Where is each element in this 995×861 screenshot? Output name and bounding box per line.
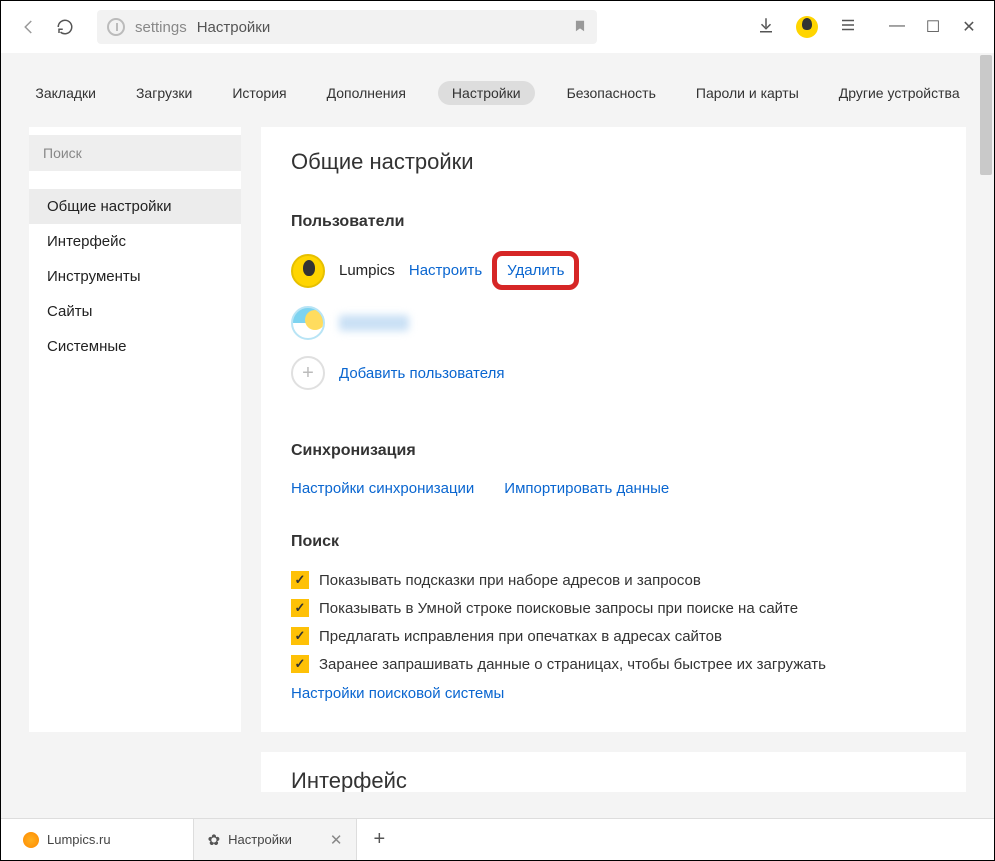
checkbox-label: Показывать подсказки при наборе адресов … — [319, 572, 701, 589]
minimize-button[interactable]: — — [888, 17, 906, 37]
sidebar-item-sites[interactable]: Сайты — [29, 294, 241, 329]
tab-label: Настройки — [228, 832, 292, 847]
tab-favicon-icon — [23, 832, 39, 848]
nav-history[interactable]: История — [224, 81, 294, 105]
top-toolbar: settings Настройки — ☐ ✕ — [1, 1, 994, 53]
user-row — [291, 306, 936, 340]
checkbox-icon[interactable]: ✓ — [291, 571, 309, 589]
checkbox-row[interactable]: ✓ Показывать в Умной строке поисковые за… — [291, 599, 936, 617]
address-title: Настройки — [197, 19, 271, 36]
content-row: Поиск Общие настройки Интерфейс Инструме… — [1, 127, 994, 732]
toolbar-right: — ☐ ✕ — [756, 16, 978, 39]
new-tab-button[interactable]: + — [357, 828, 401, 851]
checkbox-icon[interactable]: ✓ — [291, 655, 309, 673]
settings-sidebar: Поиск Общие настройки Интерфейс Инструме… — [29, 127, 241, 732]
add-user-row[interactable]: + Добавить пользователя — [291, 356, 936, 390]
menu-icon[interactable] — [838, 16, 858, 39]
checkbox-label: Показывать в Умной строке поисковые запр… — [319, 600, 798, 617]
reload-icon[interactable] — [53, 15, 77, 39]
nav-passwords[interactable]: Пароли и карты — [688, 81, 807, 105]
nav-security[interactable]: Безопасность — [559, 81, 664, 105]
tab-lumpics[interactable]: Lumpics.ru — [9, 819, 194, 860]
delete-highlight: Удалить — [492, 251, 579, 290]
back-icon[interactable] — [17, 15, 41, 39]
user-avatar-icon — [291, 306, 325, 340]
add-icon: + — [291, 356, 325, 390]
panel-title: Общие настройки — [291, 149, 936, 175]
browser-window: settings Настройки — ☐ ✕ — [0, 0, 995, 861]
gear-icon: ✿ — [208, 831, 221, 849]
checkbox-icon[interactable]: ✓ — [291, 599, 309, 617]
tab-close-icon[interactable]: ✕ — [330, 831, 343, 849]
search-engine-settings-link[interactable]: Настройки поисковой системы — [291, 685, 936, 702]
profile-avatar-icon[interactable] — [796, 16, 818, 38]
address-protocol: settings — [135, 19, 187, 36]
close-button[interactable]: ✕ — [960, 17, 978, 37]
import-data-link[interactable]: Импортировать данные — [504, 480, 669, 497]
sync-settings-link[interactable]: Настройки синхронизации — [291, 480, 474, 497]
sidebar-search-input[interactable]: Поиск — [29, 135, 241, 171]
sidebar-item-general[interactable]: Общие настройки — [29, 189, 241, 224]
checkbox-label: Предлагать исправления при опечатках в а… — [319, 628, 722, 645]
window-controls: — ☐ ✕ — [888, 17, 978, 37]
settings-top-nav: Закладки Загрузки История Дополнения Нас… — [1, 53, 994, 127]
maximize-button[interactable]: ☐ — [924, 17, 942, 37]
user-name-blurred — [339, 315, 409, 331]
checkbox-row[interactable]: ✓ Показывать подсказки при наборе адресо… — [291, 571, 936, 589]
sidebar-item-system[interactable]: Системные — [29, 329, 241, 364]
address-bar[interactable]: settings Настройки — [97, 10, 597, 44]
checkbox-row[interactable]: ✓ Предлагать исправления при опечатках в… — [291, 627, 936, 645]
next-panel-title: Интерфейс — [261, 752, 966, 792]
site-favicon-icon — [107, 18, 125, 36]
scrollbar-thumb[interactable] — [980, 55, 992, 175]
nav-other-devices[interactable]: Другие устройства — [831, 81, 968, 105]
sidebar-item-tools[interactable]: Инструменты — [29, 259, 241, 294]
sidebar-item-interface[interactable]: Интерфейс — [29, 224, 241, 259]
scrollbar[interactable] — [980, 55, 992, 816]
user-avatar-icon — [291, 254, 325, 288]
bookmark-icon[interactable] — [573, 18, 587, 37]
tab-strip: Lumpics.ru ✿ Настройки ✕ + — [1, 818, 994, 860]
nav-bookmarks[interactable]: Закладки — [27, 81, 104, 105]
tab-label: Lumpics.ru — [47, 832, 111, 847]
tab-settings[interactable]: ✿ Настройки ✕ — [194, 819, 358, 860]
user-delete-link[interactable]: Удалить — [507, 262, 564, 279]
checkbox-row[interactable]: ✓ Заранее запрашивать данные о страницах… — [291, 655, 936, 673]
user-configure-link[interactable]: Настроить — [409, 262, 482, 279]
checkbox-label: Заранее запрашивать данные о страницах, … — [319, 656, 826, 673]
add-user-link[interactable]: Добавить пользователя — [339, 365, 504, 382]
sync-links: Настройки синхронизации Импортировать да… — [291, 480, 936, 497]
sync-section-title: Синхронизация — [291, 442, 936, 460]
page-viewport: Закладки Загрузки История Дополнения Нас… — [1, 53, 994, 818]
downloads-icon[interactable] — [756, 16, 776, 39]
users-section-title: Пользователи — [291, 213, 936, 231]
user-row: Lumpics Настроить Удалить — [291, 251, 936, 290]
checkbox-icon[interactable]: ✓ — [291, 627, 309, 645]
main-panel: Общие настройки Пользователи Lumpics Нас… — [261, 127, 966, 732]
nav-settings[interactable]: Настройки — [438, 81, 535, 105]
user-name: Lumpics — [339, 262, 395, 279]
nav-downloads[interactable]: Загрузки — [128, 81, 200, 105]
nav-addons[interactable]: Дополнения — [319, 81, 414, 105]
search-section-title: Поиск — [291, 533, 936, 551]
